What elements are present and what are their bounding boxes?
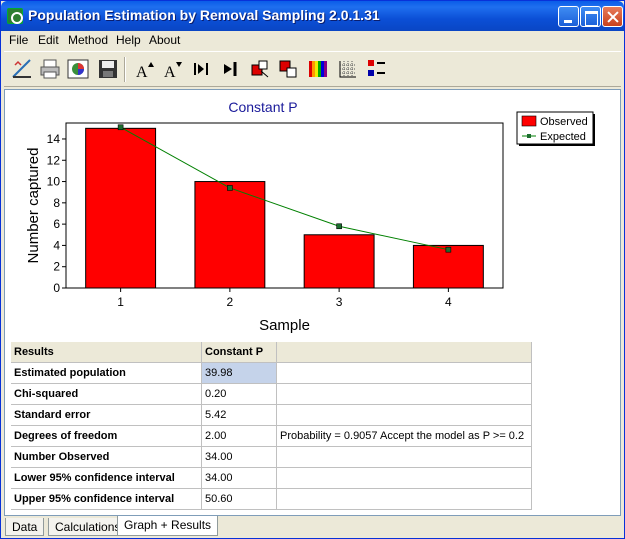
tab-strip: Data Calculations Graph + Results: [1, 516, 624, 538]
app-icon: [7, 8, 23, 24]
grid-lines-icon[interactable]: [336, 57, 360, 81]
row-label[interactable]: Estimated population: [11, 363, 202, 384]
row-label[interactable]: Chi-squared: [11, 384, 202, 405]
menu-method[interactable]: Method: [68, 33, 108, 47]
chart-title: Constant P: [228, 99, 297, 115]
row-value[interactable]: 34.00: [202, 468, 277, 489]
tab-data[interactable]: Data: [5, 518, 45, 536]
header-notes[interactable]: [277, 342, 532, 363]
table-row: Upper 95% confidence interval 50.60: [11, 489, 532, 510]
header-results[interactable]: Results: [11, 342, 202, 363]
row-label[interactable]: Degrees of freedom: [11, 426, 202, 447]
results-header-row: Results Constant P: [11, 342, 532, 363]
x-tick-label: 4: [445, 295, 452, 309]
y-axis-label: Number captured: [25, 148, 42, 264]
printer-icon[interactable]: [38, 57, 62, 81]
x-axis-label: Sample: [259, 317, 310, 334]
y-tick-label: 10: [47, 175, 61, 189]
row-value[interactable]: 50.60: [202, 489, 277, 510]
chart-palette-icon[interactable]: [66, 57, 90, 81]
close-button[interactable]: [602, 6, 623, 27]
bar-end-icon[interactable]: [218, 57, 242, 81]
legend-observed-swatch: [521, 115, 537, 127]
point-expected: [445, 246, 452, 253]
row-note[interactable]: [277, 447, 532, 468]
y-tick-label: 2: [53, 260, 60, 274]
maximize-button[interactable]: [580, 6, 601, 27]
menu-about[interactable]: About: [149, 33, 180, 47]
font-larger-glyph: A: [136, 64, 148, 81]
color-bars-icon[interactable]: [306, 57, 330, 81]
row-value[interactable]: 5.42: [202, 405, 277, 426]
graph-results-panel: Constant P Number captured Sample 0 2 4 6 8 10 12…: [4, 89, 621, 516]
row-note[interactable]: [277, 363, 532, 384]
legend-expected-marker: [527, 134, 531, 138]
row-note[interactable]: [277, 384, 532, 405]
table-row: Standard error 5.42: [11, 405, 532, 426]
row-value[interactable]: 2.00: [202, 426, 277, 447]
legend-icon[interactable]: [364, 57, 388, 81]
menu-bar: File Edit Method Help About: [1, 31, 624, 49]
bar-observed: [303, 234, 375, 289]
bar-observed: [85, 127, 157, 289]
grid-down-icon[interactable]: [276, 57, 300, 81]
x-tick-label: 3: [336, 295, 343, 309]
row-note[interactable]: Probability = 0.9057 Accept the model as…: [277, 426, 532, 447]
row-value[interactable]: 39.98: [202, 363, 277, 384]
point-expected: [117, 124, 124, 131]
y-tick-label: 4: [53, 238, 60, 252]
row-label[interactable]: Lower 95% confidence interval: [11, 468, 202, 489]
y-tick-label: 6: [53, 217, 60, 231]
row-label[interactable]: Upper 95% confidence interval: [11, 489, 202, 510]
bar-start-icon[interactable]: [190, 57, 214, 81]
table-row: Number Observed 34.00: [11, 447, 532, 468]
tab-calculations[interactable]: Calculations: [48, 518, 128, 536]
legend-expected-label: Expected: [540, 131, 586, 143]
app-window: Population Estimation by Removal Samplin…: [0, 0, 625, 539]
line-expected: [120, 126, 449, 251]
y-tick-label: 14: [47, 132, 61, 146]
row-label[interactable]: Number Observed: [11, 447, 202, 468]
ruler-icon[interactable]: [10, 57, 34, 81]
table-row: Degrees of freedom 2.00 Probability = 0.90…: [11, 426, 532, 447]
row-note[interactable]: [277, 468, 532, 489]
y-tick-label: 12: [47, 153, 61, 167]
table-row: Lower 95% confidence interval 34.00: [11, 468, 532, 489]
table-row: Chi-squared 0.20: [11, 384, 532, 405]
menu-edit[interactable]: Edit: [38, 33, 59, 47]
title-bar[interactable]: Population Estimation by Removal Samplin…: [1, 1, 624, 31]
row-value[interactable]: 0.20: [202, 384, 277, 405]
grid-red-icon[interactable]: [248, 57, 272, 81]
toolbar: A A: [4, 51, 621, 87]
bar-observed: [194, 181, 266, 289]
toolbar-separator: [124, 57, 126, 82]
font-smaller-icon[interactable]: A: [160, 57, 184, 81]
menu-help[interactable]: Help: [116, 33, 141, 47]
point-expected: [227, 185, 233, 191]
tab-graph-results[interactable]: Graph + Results: [117, 516, 219, 536]
y-tick-label: 0: [53, 281, 60, 295]
chart: Constant PNumber capturedSample024681012…: [25, 99, 595, 334]
row-value[interactable]: 34.00: [202, 447, 277, 468]
window-title: Population Estimation by Removal Samplin…: [28, 7, 380, 23]
x-tick-label: 1: [117, 295, 124, 309]
font-smaller-glyph: A: [164, 64, 176, 81]
row-note[interactable]: [277, 489, 532, 510]
minimize-button[interactable]: [558, 6, 579, 27]
header-constant-p[interactable]: Constant P: [202, 342, 277, 363]
font-larger-icon[interactable]: A: [132, 57, 156, 81]
point-expected: [336, 223, 342, 230]
row-label[interactable]: Standard error: [11, 405, 202, 426]
legend-observed-label: Observed: [540, 116, 588, 128]
x-tick-label: 2: [227, 295, 234, 309]
table-row: Estimated population 39.98: [11, 363, 532, 384]
row-note[interactable]: [277, 405, 532, 426]
save-icon[interactable]: [96, 57, 120, 81]
y-tick-label: 8: [53, 196, 60, 210]
menu-file[interactable]: File: [9, 33, 28, 47]
